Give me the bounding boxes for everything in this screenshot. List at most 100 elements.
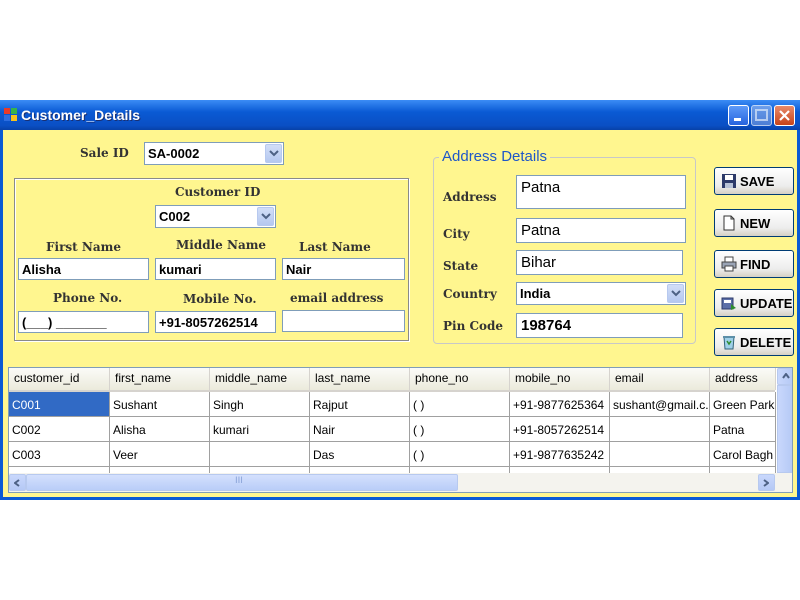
title-bar[interactable]: Customer_Details [0,100,800,130]
customer-id-dropdown-button[interactable] [257,207,274,226]
table-cell[interactable]: Carol Bagh [710,442,776,467]
table-cell[interactable]: Rajput [310,392,410,417]
update-button[interactable]: UPDATE [714,289,794,317]
close-button[interactable] [774,105,795,126]
last-name-input[interactable]: Nair [282,258,405,280]
minimize-icon [734,118,741,121]
update-database-icon [721,297,736,310]
delete-button-label: DELETE [740,335,792,350]
table-row[interactable]: C003 Veer Das ( ) +91-9877635242 Carol B… [9,442,776,467]
first-name-label: First Name [46,240,121,254]
customer-id-combo[interactable]: C002 [155,205,276,228]
table-row[interactable]: C001 Sushant Singh Rajput ( ) +91-987762… [9,392,776,417]
customers-datagrid[interactable]: customer_id first_name middle_name last_… [8,367,793,493]
minimize-button[interactable] [728,105,749,126]
table-cell[interactable]: C001 [9,392,110,417]
table-cell[interactable]: Sushant [110,392,210,417]
form-area: Sale ID SA-0002 Customer ID C002 First N… [3,130,797,497]
email-label: email address [290,291,384,305]
new-document-icon [723,215,735,231]
scroll-left-button[interactable] [9,474,26,491]
maximize-button[interactable] [751,105,772,126]
country-label: Country [443,287,497,301]
table-cell[interactable]: C003 [9,442,110,467]
address-input[interactable]: Patna [516,175,686,209]
grid-header-row: customer_id first_name middle_name last_… [9,368,776,392]
phone-input[interactable]: (___) _______ [18,311,149,333]
mobile-input[interactable]: +91-8057262514 [155,311,276,333]
update-button-label: UPDATE [740,296,793,311]
vertical-scrollbar[interactable] [777,368,792,473]
chevron-down-icon [671,290,681,297]
scroll-right-button[interactable] [758,474,775,491]
state-input[interactable]: Bihar [516,250,683,275]
table-cell[interactable]: Green Park [710,392,776,417]
recycle-bin-icon [723,336,735,350]
save-button-label: SAVE [740,174,775,189]
customer-details-window: Customer_Details Sale ID SA-0002 Custome… [0,100,800,500]
save-button[interactable]: SAVE [714,167,794,195]
column-header-address[interactable]: address [710,368,776,390]
country-dropdown-button[interactable] [667,284,684,303]
sale-id-label: Sale ID [80,146,129,160]
table-cell[interactable]: +91-8057262514 [510,417,610,442]
column-header-customer-id[interactable]: customer_id [9,368,110,390]
city-input[interactable]: Patna [516,218,686,243]
horizontal-scrollbar[interactable]: III [9,473,792,492]
column-header-last-name[interactable]: last_name [310,368,410,390]
column-header-first-name[interactable]: first_name [110,368,210,390]
scroll-up-button[interactable] [777,368,792,385]
table-cell[interactable]: kumari [210,417,310,442]
close-icon [779,110,790,121]
column-header-mobile-no[interactable]: mobile_no [510,368,610,390]
new-button[interactable]: NEW [714,209,794,237]
find-button[interactable]: FIND [714,250,794,278]
vertical-scroll-thumb[interactable] [777,385,792,473]
floppy-disk-icon [722,174,736,188]
table-cell[interactable]: ( ) [410,392,510,417]
table-cell[interactable] [610,442,710,467]
table-cell[interactable]: +91-9877625364 [510,392,610,417]
chevron-down-icon [269,150,279,157]
address-group-title: Address Details [439,148,551,165]
sale-id-value: SA-0002 [148,146,200,161]
address-label: Address [443,190,497,204]
maximize-icon [755,109,768,121]
table-cell[interactable]: Singh [210,392,310,417]
email-input[interactable] [282,310,405,332]
country-combo[interactable]: India [516,282,686,305]
column-header-email[interactable]: email [610,368,710,390]
printer-icon [721,256,737,272]
column-header-phone-no[interactable]: phone_no [410,368,510,390]
first-name-input[interactable]: Alisha [18,258,149,280]
middle-name-label: Middle Name [176,238,267,252]
sale-id-dropdown-button[interactable] [265,144,282,163]
chevron-up-icon [782,373,790,379]
sale-id-combo[interactable]: SA-0002 [144,142,284,165]
table-cell[interactable]: sushant@gmail.c... [610,392,710,417]
city-label: City [443,227,470,241]
country-value: India [520,286,551,301]
customer-id-value: C002 [159,209,191,224]
table-cell[interactable]: ( ) [410,442,510,467]
table-cell[interactable]: Alisha [110,417,210,442]
chevron-down-icon [261,213,271,220]
pin-code-input[interactable]: 198764 [516,313,683,338]
table-cell[interactable]: Patna [710,417,776,442]
table-cell[interactable] [610,417,710,442]
middle-name-input[interactable]: kumari [155,258,276,280]
table-cell[interactable]: C002 [9,417,110,442]
column-header-middle-name[interactable]: middle_name [210,368,310,390]
table-row[interactable]: C002 Alisha kumari Nair ( ) +91-80572625… [9,417,776,442]
table-cell[interactable]: Nair [310,417,410,442]
delete-button[interactable]: DELETE [714,328,794,356]
table-cell[interactable]: Das [310,442,410,467]
table-cell[interactable] [210,442,310,467]
phone-label: Phone No. [53,291,123,305]
horizontal-scroll-thumb[interactable]: III [26,474,458,491]
table-cell[interactable]: +91-9877635242 [510,442,610,467]
app-icon [4,108,17,121]
mobile-label: Mobile No. [183,292,257,306]
table-cell[interactable]: Veer [110,442,210,467]
table-cell[interactable]: ( ) [410,417,510,442]
